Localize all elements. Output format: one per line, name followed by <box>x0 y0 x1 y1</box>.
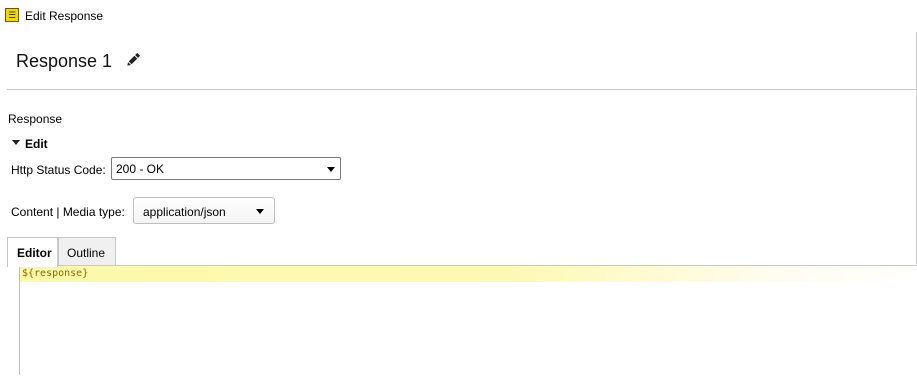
current-line-highlight <box>20 266 917 282</box>
editor-gutter <box>12 266 20 375</box>
edit-section-toggle[interactable]: Edit <box>25 137 48 151</box>
status-code-value: 200 - OK <box>116 162 165 176</box>
pencil-icon[interactable] <box>124 51 142 69</box>
chevron-down-icon <box>256 209 264 214</box>
app-logo-icon: ☰ <box>5 8 19 22</box>
media-type-label: Content | Media type: <box>11 205 125 219</box>
tab-outline-label: Outline <box>67 246 106 260</box>
media-type-value: application/json <box>143 205 226 219</box>
expand-triangle-icon[interactable] <box>12 140 20 145</box>
section-label: Response <box>8 112 63 126</box>
header-divider <box>7 89 917 90</box>
page-title: Response 1 <box>16 51 113 71</box>
media-type-select[interactable]: application/json <box>133 197 275 224</box>
tab-editor[interactable]: Editor <box>7 237 58 267</box>
status-code-select[interactable]: 200 - OK <box>111 157 341 180</box>
chevron-down-icon <box>327 167 335 172</box>
title-bar: ☰ Edit Response <box>0 0 917 32</box>
status-code-label: Http Status Code: <box>11 163 106 177</box>
tab-editor-label: Editor <box>17 246 52 260</box>
tab-outline[interactable]: Outline <box>58 237 116 265</box>
code-line[interactable]: ${response} <box>22 268 88 279</box>
window-title: Edit Response <box>25 9 104 23</box>
